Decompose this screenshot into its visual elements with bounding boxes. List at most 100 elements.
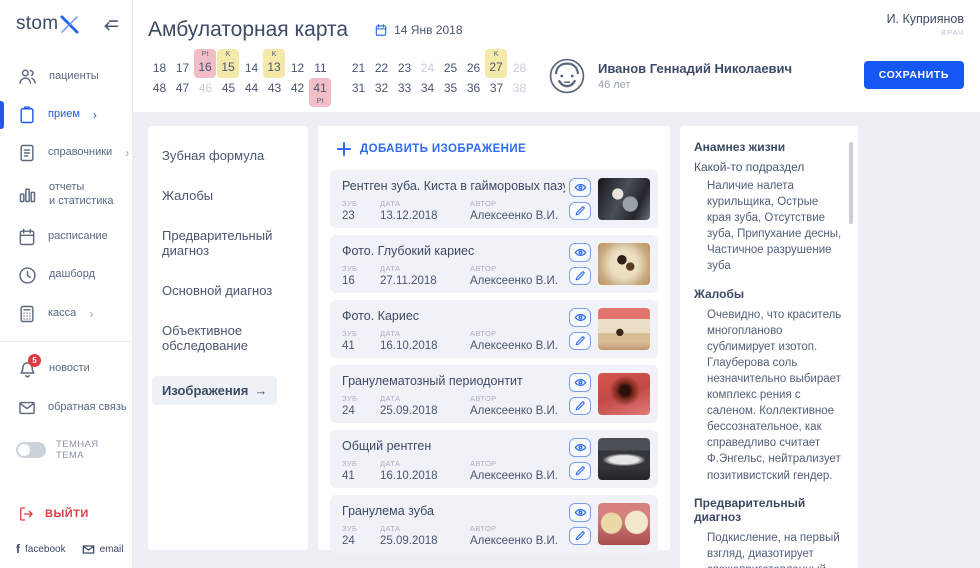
image-thumbnail[interactable]	[598, 308, 650, 350]
tooth-28[interactable]: 28	[508, 46, 531, 78]
tooth-34[interactable]: 34	[416, 78, 439, 110]
sidebar-nav: пациенты прием › справочники › отчеты и стати…	[0, 57, 132, 333]
tooth-13[interactable]: K 13	[263, 46, 286, 78]
pencil-icon	[574, 205, 586, 217]
image-card: Фото. Глубокий кариес ЗУБ 16 ДАТА 27.11.20…	[330, 235, 658, 293]
view-image-button[interactable]	[569, 373, 591, 392]
section-nav-item-4[interactable]: Объективное обследование	[162, 323, 294, 353]
tooth-24[interactable]: 24	[416, 46, 439, 78]
save-button[interactable]: СОХРАНИТЬ	[863, 61, 964, 89]
sidebar-item-dashbord[interactable]: дашборд	[0, 256, 132, 295]
sidebar-item-patients[interactable]: пациенты	[0, 57, 132, 96]
sidebar-item-novosti[interactable]: новости 5	[0, 350, 132, 389]
view-image-button[interactable]	[569, 308, 591, 327]
tooth-41[interactable]: 41 Pt	[309, 78, 332, 110]
sidebar-item-kassa[interactable]: касса ›	[0, 295, 132, 333]
tooth-46[interactable]: 46	[194, 78, 217, 110]
tooth-21[interactable]: 21	[347, 46, 370, 78]
image-date: 13.12.2018	[380, 210, 438, 222]
tooth-32[interactable]: 32	[370, 78, 393, 110]
edit-image-button[interactable]	[569, 461, 591, 480]
tooth-35[interactable]: 35	[439, 78, 462, 110]
tooth-25[interactable]: 25	[439, 46, 462, 78]
facebook-link[interactable]: f facebook	[16, 542, 66, 556]
edit-image-button[interactable]	[569, 201, 591, 220]
image-thumbnail[interactable]	[598, 503, 650, 545]
view-image-button[interactable]	[569, 243, 591, 262]
logout-button[interactable]: ВЫЙТИ	[0, 505, 132, 525]
view-image-button[interactable]	[569, 503, 591, 522]
tooth-47[interactable]: 47	[171, 78, 194, 110]
tooth-27[interactable]: K 27	[485, 46, 508, 78]
tooth-44[interactable]: 44	[240, 78, 263, 110]
dark-theme-toggle[interactable]	[16, 441, 46, 458]
view-image-button[interactable]	[569, 438, 591, 457]
section-nav-item-1[interactable]: Жалобы	[162, 188, 294, 203]
current-user[interactable]: И. Куприянов ВРАЧ	[887, 12, 964, 37]
pencil-icon	[574, 530, 586, 542]
tooth-17[interactable]: 17	[171, 46, 194, 78]
tooth-37[interactable]: 37	[485, 78, 508, 110]
tooth-26[interactable]: 26	[462, 46, 485, 78]
summary-panel: Анамнез жизни Какой-то подраздел Наличие н…	[680, 126, 858, 568]
tooth-22[interactable]: 22	[370, 46, 393, 78]
tooth-12[interactable]: 12	[286, 46, 309, 78]
section-nav-item-0[interactable]: Зубная формула	[162, 148, 294, 163]
sidebar-divider	[0, 340, 132, 342]
tooth-16[interactable]: Pt 16	[194, 46, 217, 78]
tooth-31[interactable]: 31	[347, 78, 370, 110]
add-image-button[interactable]: ДОБАВИТЬ ИЗОБРАЖЕНИЕ	[337, 142, 658, 156]
tooth-15[interactable]: K 15	[217, 46, 240, 78]
image-thumbnail[interactable]	[598, 178, 650, 220]
sidebar-item-spravochniki[interactable]: справочники ›	[0, 134, 132, 172]
tooth-48[interactable]: 48	[148, 78, 171, 110]
image-card: Гранулема зуба ЗУБ 24 ДАТА 25.09.2018 АВТО…	[330, 495, 658, 553]
tooth-33[interactable]: 33	[393, 78, 416, 110]
tooth-status-badge: K 15	[217, 49, 239, 78]
tooth-36[interactable]: 36	[462, 78, 485, 110]
clock-icon	[17, 265, 38, 286]
sidebar-item-label: обратная связь	[48, 400, 127, 413]
tooth-14[interactable]: 14	[240, 46, 263, 78]
section-nav-item-2[interactable]: Предварительный диагноз	[162, 228, 294, 258]
email-link[interactable]: email	[82, 543, 124, 556]
sidebar-item-raspisanie[interactable]: расписание	[0, 218, 132, 256]
view-image-button[interactable]	[569, 178, 591, 197]
sidebar-item-otchety[interactable]: отчеты и статистика	[0, 172, 132, 218]
visit-date-picker[interactable]: 14 Янв 2018	[374, 23, 463, 37]
pencil-icon	[574, 400, 586, 412]
edit-image-button[interactable]	[569, 331, 591, 350]
image-thumbnail[interactable]	[598, 373, 650, 415]
image-thumbnail[interactable]	[598, 438, 650, 480]
edit-image-button[interactable]	[569, 526, 591, 545]
author-col-label: АВТОР	[470, 459, 497, 468]
image-title: Гранулема зуба	[342, 504, 434, 518]
collapse-sidebar-icon[interactable]	[101, 15, 120, 34]
topbar: Амбулаторная карта 14 Янв 2018 18 17 Pt 16 K…	[133, 0, 980, 112]
edit-image-button[interactable]	[569, 266, 591, 285]
pencil-icon	[574, 335, 586, 347]
tooth-42[interactable]: 42	[286, 78, 309, 110]
section-nav-item-3[interactable]: Основной диагноз	[162, 283, 294, 298]
sidebar-item-feedback[interactable]: обратная связь	[0, 389, 132, 427]
image-cards-list: Рентген зуба. Киста в гайморовых пазухах…	[330, 170, 658, 553]
summary-text: Наличие налета курильщика, Острые края з…	[707, 180, 842, 273]
tooth-18[interactable]: 18	[148, 46, 171, 78]
image-thumbnail[interactable]	[598, 243, 650, 285]
image-card: Фото. Кариес ЗУБ 41 ДАТА 16.10.2018 АВТОР А…	[330, 300, 658, 358]
tooth-11[interactable]: 11	[309, 46, 332, 78]
sidebar-item-label: пациенты	[49, 69, 99, 82]
edit-image-button[interactable]	[569, 396, 591, 415]
image-title: Фото. Глубокий кариес	[342, 244, 475, 258]
tooth-45[interactable]: 45	[217, 78, 240, 110]
tooth-38[interactable]: 38	[508, 78, 531, 110]
tab-images-active[interactable]: Изображения →	[152, 376, 278, 405]
image-date: 25.09.2018	[380, 535, 438, 547]
visit-date: 14 Янв 2018	[394, 23, 463, 37]
date-col-label: ДАТА	[380, 524, 401, 533]
sidebar-item-priem[interactable]: прием ›	[0, 96, 132, 134]
scrollbar-thumb[interactable]	[849, 142, 853, 224]
tooth-23[interactable]: 23	[393, 46, 416, 78]
tooth-43[interactable]: 43	[263, 78, 286, 110]
calendar-icon	[17, 227, 37, 247]
